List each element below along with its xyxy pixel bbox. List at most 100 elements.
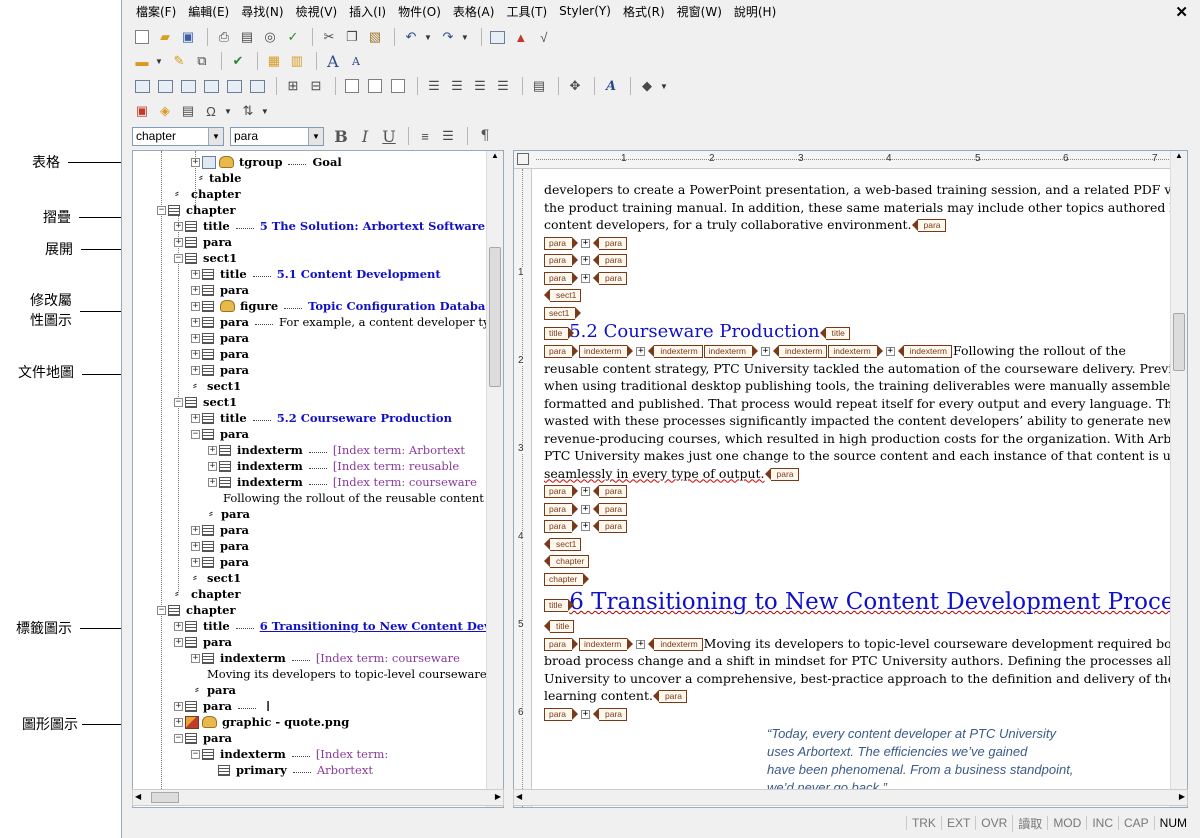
tree-node-para[interactable]: + para xyxy=(191,522,249,538)
indexterm-end-tag[interactable]: indexterm xyxy=(648,345,703,358)
align-right-icon[interactable]: ☰ xyxy=(470,76,490,96)
tree-node-para[interactable]: + para xyxy=(191,282,249,298)
para-start-tag[interactable]: para xyxy=(544,485,579,498)
split-cells-icon[interactable]: ⊟ xyxy=(306,76,326,96)
scroll-right-icon[interactable]: ▶ xyxy=(1179,792,1185,801)
tree-node-chapter[interactable]: ⸗ chapter xyxy=(175,586,241,602)
bold-button[interactable]: B xyxy=(330,126,352,146)
collapsed-content-icon[interactable]: + xyxy=(581,504,591,514)
print-preview-icon[interactable]: ▤ xyxy=(237,27,257,47)
tree-node-chapter[interactable]: ⸗ chapter xyxy=(175,186,241,202)
sect1-end-tag[interactable]: sect1 xyxy=(543,537,582,551)
collapsed-content-icon[interactable]: + xyxy=(581,709,591,719)
sect1-end-tag[interactable]: sect1 xyxy=(543,289,582,302)
special-character-icon[interactable]: Ω xyxy=(201,101,221,121)
title-start-tag[interactable]: title xyxy=(544,599,575,612)
open-folder-icon[interactable]: ▰ xyxy=(155,27,175,47)
scroll-up-icon[interactable]: ▲ xyxy=(487,151,503,160)
tree-node-title[interactable]: + title 5.1 Content Development xyxy=(191,266,441,282)
para-end-tag[interactable]: para xyxy=(593,520,628,533)
para-start-tag[interactable]: para xyxy=(544,502,579,516)
edit-attributes-icon[interactable]: ▥ xyxy=(287,51,307,71)
collapsed-content-icon[interactable]: + xyxy=(581,238,591,248)
find-binoculars-icon[interactable]: ◎ xyxy=(260,27,280,47)
collapsed-content-icon[interactable]: + xyxy=(761,347,770,356)
tree-node-para[interactable]: + para For example, a content developer ty… xyxy=(191,314,503,330)
insert-entity-icon[interactable]: ▣ xyxy=(132,101,152,121)
style-select[interactable]: para ▼ xyxy=(230,126,324,146)
fill-color-dropdown-icon[interactable]: ▼ xyxy=(660,82,668,91)
collapsed-content-icon[interactable]: + xyxy=(581,256,591,265)
para-end-tag[interactable]: para xyxy=(652,690,687,703)
decrease-font-icon[interactable]: A xyxy=(346,51,366,71)
scroll-thumb[interactable] xyxy=(489,247,501,387)
tree-node-para[interactable]: + para xyxy=(191,554,249,570)
validate-icon[interactable]: ✔ xyxy=(228,51,248,71)
para-end-tag[interactable]: para xyxy=(593,236,628,250)
para-end-tag[interactable]: para xyxy=(593,707,628,721)
print-icon[interactable]: ⎙ xyxy=(214,27,234,47)
undo-icon[interactable]: ↶ xyxy=(401,27,421,47)
justify-icon[interactable]: ☰ xyxy=(493,76,513,96)
menu-tools[interactable]: 工具(T) xyxy=(500,3,553,20)
font-style-icon[interactable]: A xyxy=(601,76,621,96)
tree-node-indexterm[interactable]: + indexterm [Index term: courseware xyxy=(208,474,477,490)
insert-comment-icon[interactable]: ▤ xyxy=(178,101,198,121)
cell-move-icon[interactable]: ✥ xyxy=(565,76,585,96)
align-middle-icon[interactable] xyxy=(365,76,385,96)
copy-icon[interactable]: ❐ xyxy=(342,27,362,47)
indexterm-start-tag[interactable]: indexterm xyxy=(579,345,634,358)
fill-color-icon[interactable]: ◆ xyxy=(637,76,657,96)
menu-edit[interactable]: 編輯(E) xyxy=(182,3,235,20)
indexterm-start-tag[interactable]: indexterm xyxy=(579,637,634,651)
table-icon[interactable] xyxy=(488,27,508,47)
collapsed-content-icon[interactable]: + xyxy=(885,347,895,356)
tree-node-sect1[interactable]: ⸗ sect1 xyxy=(193,378,241,394)
document-vertical-scrollbar[interactable]: ▲ ▼ xyxy=(1170,151,1187,807)
tree-node-para[interactable]: + para xyxy=(191,538,249,554)
document-body[interactable]: developers to create a PowerPoint presen… xyxy=(543,181,1187,722)
tree-node-indexterm[interactable]: + indexterm [Index term: Arbortext xyxy=(208,442,465,458)
list-sort-dropdown-icon[interactable]: ▼ xyxy=(261,107,269,116)
scroll-left-icon[interactable]: ◀ xyxy=(516,792,522,801)
bullet-list-icon[interactable]: ☰ xyxy=(438,126,458,146)
cell-text-icon[interactable]: ▤ xyxy=(529,76,549,96)
document-edit-pane[interactable]: 1 2 3 4 5 6 7 1 2 3 4 5 6 developers to … xyxy=(513,150,1188,808)
modify-attributes-icon[interactable]: ▦ xyxy=(264,51,284,71)
tree-node-primary[interactable]: primary Arbortext xyxy=(208,762,373,778)
tree-node-para[interactable]: + para xyxy=(174,234,232,250)
new-document-icon[interactable] xyxy=(132,27,152,47)
chevron-down-icon[interactable]: ▼ xyxy=(208,127,223,145)
tree-node-sect1[interactable]: − sect1 xyxy=(174,250,237,266)
table-delete-icon[interactable] xyxy=(224,76,244,96)
para-start-tag[interactable]: para xyxy=(544,271,579,285)
insert-markup-dropdown-icon[interactable]: ▼ xyxy=(155,57,163,66)
indexterm-end-tag[interactable]: indexterm xyxy=(897,345,952,358)
special-character-dropdown-icon[interactable]: ▼ xyxy=(224,107,232,116)
numbered-list-icon[interactable]: ≡ xyxy=(415,126,435,146)
collapsed-content-icon[interactable]: + xyxy=(581,487,591,496)
tree-node-sect1[interactable]: − sect1 xyxy=(174,394,237,410)
tree-node-text[interactable]: Following the rollout of the reusable co… xyxy=(223,490,503,506)
insert-xref-icon[interactable]: ◈ xyxy=(155,101,175,121)
para-start-tag[interactable]: para xyxy=(544,254,579,267)
para-start-tag[interactable]: para xyxy=(544,707,579,721)
table-properties-icon[interactable] xyxy=(247,76,267,96)
menu-format[interactable]: 格式(R) xyxy=(617,3,671,20)
collapsed-content-icon[interactable]: + xyxy=(636,639,646,649)
tree-node-title[interactable]: + title 6 Transitioning to New Content Dev… xyxy=(174,618,503,634)
tree-node-indexterm[interactable]: − indexterm [Index term: xyxy=(191,746,388,762)
close-icon[interactable]: ✕ xyxy=(1175,3,1188,21)
list-sort-icon[interactable]: ⇅ xyxy=(238,101,258,121)
menu-object[interactable]: 物件(O) xyxy=(392,3,447,20)
sect1-start-tag[interactable]: sect1 xyxy=(544,306,582,320)
increase-font-icon[interactable]: A xyxy=(323,51,343,71)
para-end-tag[interactable]: para xyxy=(911,219,946,232)
para-start-tag[interactable]: para xyxy=(544,345,579,358)
tree-node-graphic[interactable]: + graphic - quote.png xyxy=(174,714,349,730)
insert-markup-icon[interactable]: ▬ xyxy=(132,51,152,71)
collapsed-content-icon[interactable]: + xyxy=(581,522,591,531)
tree-node-chapter[interactable]: − chapter xyxy=(157,602,236,618)
merge-cells-icon[interactable]: ⊞ xyxy=(283,76,303,96)
chapter-end-tag[interactable]: chapter xyxy=(543,555,590,568)
